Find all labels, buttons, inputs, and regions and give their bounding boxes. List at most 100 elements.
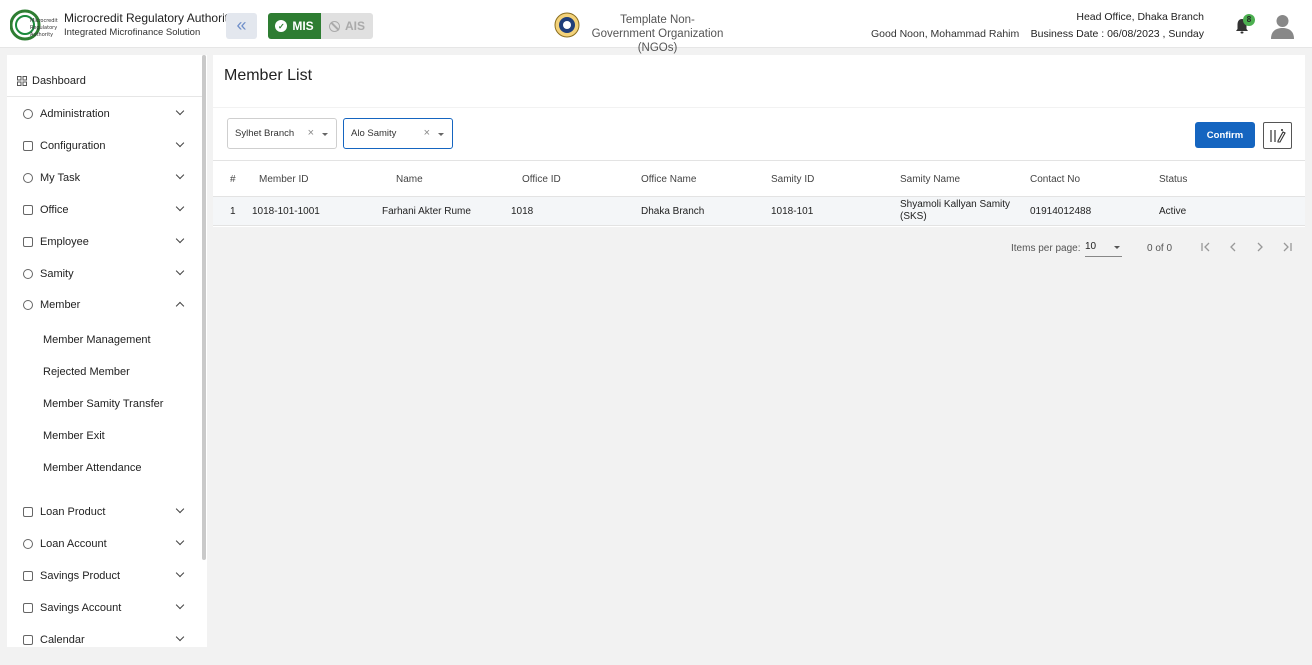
chevron-down-icon: [175, 202, 185, 212]
ais-button[interactable]: AIS: [321, 13, 373, 39]
sidebar-item-label: Dashboard: [32, 74, 86, 87]
column-header[interactable]: Office ID: [522, 174, 561, 185]
table-cell: 1018-101-1001: [252, 206, 320, 217]
confirm-button[interactable]: Confirm: [1195, 122, 1255, 148]
sidebar-item-label: Loan Account: [40, 538, 107, 550]
sidebar-item-label: Calendar: [40, 634, 85, 646]
table-cell: 1018-101: [771, 206, 814, 217]
table-cell: Dhaka Branch: [641, 206, 705, 217]
chevron-down-icon: [175, 632, 185, 642]
greeting-text: Good Noon, Mohammad Rahim: [871, 28, 1020, 40]
table-cell: Shyamoli Kallyan Samity (SKS): [900, 199, 1011, 222]
page-title-bar: Member List: [213, 55, 1305, 107]
savings-product-icon: [23, 571, 33, 581]
chevron-down-icon: [175, 234, 185, 244]
notification-count-badge: 8: [1243, 14, 1255, 26]
government-seal-icon: [554, 12, 580, 38]
table-cell: 01914012488: [1030, 206, 1092, 217]
svg-text:Authority: Authority: [30, 32, 53, 38]
previous-page-icon[interactable]: [1226, 240, 1240, 254]
calendar-icon: [23, 635, 33, 645]
user-avatar-icon[interactable]: [1270, 13, 1295, 39]
app-header: Microcredit Regulatory Authority Microcr…: [0, 0, 1312, 54]
branch-select-value: Sylhet Branch: [235, 128, 295, 139]
admin-icon: [23, 109, 33, 119]
table-row[interactable]: 1 1018-101-1001 Farhani Akter Rume 1018 …: [213, 197, 1305, 226]
sidebar-item-label: Samity: [40, 268, 74, 280]
mis-ais-toggle: ✓ MIS AIS: [268, 13, 373, 39]
sidebar-item-employee[interactable]: Employee: [7, 230, 203, 254]
page-size-select[interactable]: 10: [1085, 239, 1122, 257]
chevron-down-icon: [175, 536, 185, 546]
column-header[interactable]: Status: [1159, 174, 1187, 185]
column-header[interactable]: Name: [396, 174, 423, 185]
sidebar-item-member[interactable]: Member: [7, 293, 203, 317]
org-subtitle: Integrated Microfinance Solution: [64, 27, 201, 38]
member-icon: [23, 300, 33, 310]
caret-down-icon: [1114, 246, 1120, 249]
first-page-icon[interactable]: [1199, 240, 1213, 254]
clear-icon[interactable]: ×: [308, 127, 314, 139]
sidebar-subitem-member-attendance[interactable]: Member Attendance: [43, 462, 141, 474]
office-icon: [23, 205, 33, 215]
last-page-icon[interactable]: [1280, 240, 1294, 254]
column-header[interactable]: Member ID: [259, 174, 308, 185]
sidebar-subitem-rejected-member[interactable]: Rejected Member: [43, 366, 130, 378]
sidebar-item-loan-product[interactable]: Loan Product: [7, 500, 203, 524]
sidebar-item-label: Employee: [40, 236, 89, 248]
sidebar-item-configuration[interactable]: Configuration: [7, 134, 203, 158]
clear-icon[interactable]: ×: [424, 127, 430, 139]
sidebar-item-dashboard[interactable]: Dashboard: [7, 65, 203, 97]
chevron-down-icon: [175, 600, 185, 610]
ban-icon: [328, 20, 340, 32]
sidebar-scrollbar[interactable]: [202, 55, 206, 560]
sidebar-subitem-member-management[interactable]: Member Management: [43, 334, 151, 346]
sidebar-item-label: Configuration: [40, 140, 106, 152]
next-page-icon[interactable]: [1253, 240, 1267, 254]
table-cell: 1: [230, 206, 236, 217]
caret-down-icon: [438, 133, 444, 136]
check-icon: ✓: [275, 20, 288, 32]
column-header[interactable]: Office Name: [641, 174, 696, 185]
sidebar-item-administration[interactable]: Administration: [7, 102, 203, 126]
sidebar-subitem-member-samity-transfer[interactable]: Member Samity Transfer: [43, 398, 163, 410]
column-header[interactable]: Samity ID: [771, 174, 814, 185]
sidebar-item-savings-account[interactable]: Savings Account: [7, 596, 203, 620]
office-name: Head Office, Dhaka Branch: [1076, 11, 1204, 23]
employee-icon: [23, 237, 33, 247]
sidebar-item-loan-account[interactable]: Loan Account: [7, 532, 203, 556]
savings-account-icon: [23, 603, 33, 613]
branch-select[interactable]: Sylhet Branch ×: [227, 118, 337, 149]
table-cell: Farhani Akter Rume: [382, 206, 471, 217]
config-icon: [23, 141, 33, 151]
sidebar-item-my-task[interactable]: My Task: [7, 166, 203, 190]
collapse-sidebar-button[interactable]: «: [226, 13, 257, 39]
loan-product-icon: [23, 507, 33, 517]
sidebar-item-label: Member: [40, 299, 81, 311]
paginator: Items per page: 10 0 of 0: [213, 227, 1305, 271]
sidebar-item-office[interactable]: Office: [7, 198, 203, 222]
page-range: 0 of 0: [1147, 243, 1173, 254]
sidebar-subitem-member-exit[interactable]: Member Exit: [43, 430, 105, 442]
chevron-up-icon: [175, 301, 185, 311]
sidebar-item-label: Administration: [40, 108, 110, 120]
mra-logo-icon: Microcredit Regulatory Authority: [10, 9, 58, 41]
ais-label: AIS: [344, 19, 365, 33]
mis-button[interactable]: ✓ MIS: [268, 13, 321, 39]
column-settings-button[interactable]: [1263, 122, 1292, 149]
task-icon: [23, 173, 33, 183]
sidebar-item-savings-product[interactable]: Savings Product: [7, 564, 203, 588]
column-header[interactable]: Contact No: [1030, 174, 1080, 185]
sidebar-item-label: Savings Account: [40, 602, 122, 614]
status-cell: Active: [1159, 206, 1187, 217]
caret-down-icon: [322, 133, 328, 136]
samity-select[interactable]: Alo Samity ×: [343, 118, 453, 149]
sidebar-item-label: Savings Product: [40, 570, 121, 582]
edit-columns-icon: [1269, 128, 1286, 143]
sidebar-item-calendar[interactable]: Calendar: [7, 628, 203, 647]
sidebar-item-label: Loan Product: [40, 506, 106, 518]
column-header[interactable]: #: [230, 174, 236, 185]
sidebar-item-samity[interactable]: Samity: [7, 262, 203, 286]
sidebar: Dashboard Administration Configuration M…: [7, 55, 207, 647]
column-header[interactable]: Samity Name: [900, 174, 960, 185]
